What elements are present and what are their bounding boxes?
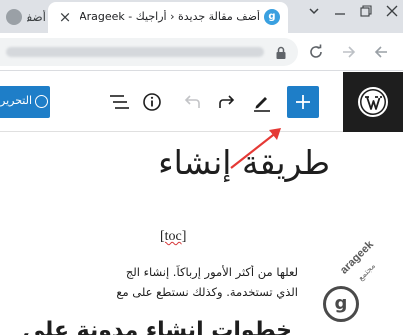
watermark-sub: مجتمع <box>356 261 378 283</box>
toc-icon <box>35 95 48 108</box>
restore-icon[interactable] <box>352 0 380 22</box>
toc-shortcode[interactable]: [toc] <box>160 229 186 245</box>
reload-icon[interactable] <box>305 41 327 63</box>
wordpress-logo-button[interactable] <box>343 72 403 132</box>
wordpress-icon <box>358 87 388 117</box>
list-view-icon[interactable] <box>107 90 131 114</box>
post-title[interactable]: طريقة إنشاء <box>0 143 330 182</box>
active-tab-title: أضف مقالة جديدة ‹ أراجيك - Arageek <box>80 10 260 23</box>
lock-icon[interactable] <box>275 45 287 64</box>
inactive-tab-title: أضف <box>27 10 46 24</box>
browser-tab-inactive[interactable]: أضف <box>0 3 46 33</box>
window-menu-icon[interactable] <box>300 0 328 22</box>
browser-tab-strip: أضف × أضف مقالة جديدة ‹ أراجيك - Arageek… <box>0 0 403 33</box>
tab-favicon-icon <box>6 9 22 25</box>
toc-shortcode-text: [toc] <box>160 229 187 244</box>
paragraph-line-2[interactable]: الذي تستخدمة. وكذلك نستطع على مع <box>0 285 298 299</box>
undo-icon[interactable] <box>180 90 204 114</box>
tab-favicon-icon: g <box>264 9 280 25</box>
close-window-icon[interactable] <box>378 0 403 22</box>
url-field[interactable] <box>0 38 298 66</box>
back-icon[interactable] <box>370 41 392 63</box>
edit-pen-icon[interactable] <box>250 90 274 114</box>
info-icon[interactable] <box>140 90 164 114</box>
browser-tab-active[interactable]: × أضف مقالة جديدة ‹ أراجيك - Arageek g <box>48 2 288 33</box>
toc-button-label: التحرير <box>0 94 33 107</box>
plus-icon <box>296 95 310 109</box>
redo-icon[interactable] <box>215 90 239 114</box>
blurred-url <box>6 47 264 57</box>
toc-edit-button[interactable]: التحرير <box>0 86 50 118</box>
add-block-button[interactable] <box>287 86 319 118</box>
paragraph-line-1[interactable]: لعلها من أكثر الأمور إرباكاً. إنشاء الج <box>0 265 298 279</box>
forward-icon[interactable] <box>338 41 360 63</box>
tab-close-icon[interactable]: × <box>57 9 73 25</box>
next-heading[interactable]: خطوات إنشاء مدونة على <box>0 318 292 335</box>
editor-toolbar: التحرير <box>0 72 403 132</box>
watermark-logo-icon: g <box>323 286 359 322</box>
address-bar-row <box>0 33 403 71</box>
watermark-letter: g <box>334 293 348 314</box>
minimize-icon[interactable] <box>326 0 354 22</box>
